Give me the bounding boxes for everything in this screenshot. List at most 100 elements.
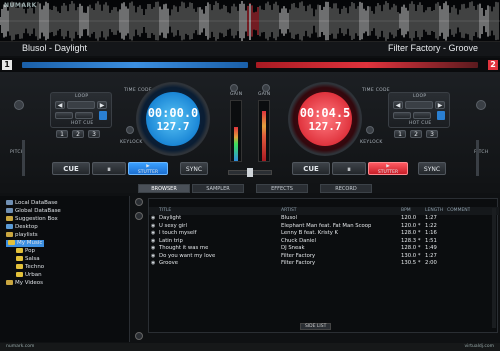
- folder-icon: [16, 248, 23, 253]
- tab-sampler[interactable]: SAMPLER: [192, 184, 244, 193]
- deck-left-sync-button[interactable]: SYNC: [180, 162, 208, 175]
- hotcue-1-button[interactable]: 1: [56, 130, 68, 138]
- gain-right-knob[interactable]: [262, 84, 270, 92]
- hotcue-1-button[interactable]: 1: [394, 130, 406, 138]
- waveform-overview[interactable]: NUMARK: [0, 0, 500, 42]
- track-bpm: 128.0 *: [401, 230, 421, 236]
- volume-left-fader[interactable]: [230, 100, 242, 162]
- loop-next-button[interactable]: ▶: [97, 101, 107, 109]
- deck-left-keylock-label: KEYLOCK: [120, 140, 143, 145]
- hotcue-2-button[interactable]: 2: [410, 130, 422, 138]
- tree-item[interactable]: Suggestion Box: [6, 216, 58, 223]
- tree-item[interactable]: Salsa: [16, 256, 40, 263]
- deck-right-jog-wheel[interactable]: 00:04.5 127.7: [288, 82, 362, 156]
- deck-left-jog-wheel[interactable]: 00:00.0 127.7: [136, 82, 210, 156]
- track-list-header: TITLE ARTIST BPM LENGTH COMMENT: [149, 207, 499, 215]
- tree-item[interactable]: My Music: [6, 240, 45, 247]
- loop-out-button[interactable]: [75, 112, 93, 119]
- loop-next-button[interactable]: ▶: [435, 101, 445, 109]
- tab-effects[interactable]: EFFECTS: [256, 184, 308, 193]
- deck-right-stutter-label: STUTTER: [377, 170, 399, 175]
- loop-in-button[interactable]: [393, 112, 411, 119]
- hotcue-label: HOT CUE: [71, 121, 94, 126]
- deck-right-position-bar[interactable]: [256, 62, 478, 68]
- track-title: I touch myself: [159, 230, 197, 236]
- column-header[interactable]: BPM: [401, 207, 411, 215]
- hotcue-3-button[interactable]: 3: [426, 130, 438, 138]
- track-row[interactable]: ◉ I touch myself Lenny B feat. Kristy K 128…: [149, 230, 499, 238]
- track-row[interactable]: ◉ Daylight Blusol 120.0 1:27: [149, 215, 499, 223]
- hotcue-3-button[interactable]: 3: [88, 130, 100, 138]
- track-status-icon: ◉: [151, 260, 156, 266]
- tree-item-label: Pop: [25, 248, 35, 254]
- tree-item-label: Urban: [25, 272, 42, 278]
- deck-left-knob-icon[interactable]: [14, 100, 24, 110]
- column-header[interactable]: LENGTH: [425, 207, 443, 215]
- track-row[interactable]: ◉ Thought it was me DJ Sneak 128.0 * 1:49: [149, 245, 499, 253]
- track-status-icon: ◉: [151, 230, 156, 236]
- column-header[interactable]: COMMENT: [447, 207, 470, 215]
- deck-right-pause-button[interactable]: ⏸: [332, 162, 366, 175]
- search-toggle-icon[interactable]: [135, 198, 143, 206]
- gain-left-knob[interactable]: [230, 84, 238, 92]
- deck-left-position-bar[interactable]: [22, 62, 248, 68]
- track-row[interactable]: ◉ Latin trip Chuck Daniel 128.3 * 1:51: [149, 238, 499, 246]
- loop-prev-button[interactable]: ◀: [55, 101, 65, 109]
- footer-right-link[interactable]: virtualdj.com: [464, 343, 494, 351]
- tab-browser[interactable]: BROWSER: [138, 184, 190, 193]
- lock-icon[interactable]: [135, 332, 143, 340]
- deck-left-pitch-slider[interactable]: [22, 140, 25, 176]
- tab-record[interactable]: RECORD: [320, 184, 372, 193]
- folder-tree[interactable]: Local DataBase Global DataBase Suggestion …: [0, 196, 130, 342]
- tree-item[interactable]: Pop: [16, 248, 35, 255]
- loop-lock-icon[interactable]: [437, 111, 445, 120]
- deck-left-title: Blusol - Daylight: [22, 43, 88, 53]
- deck-right-pitch-slider[interactable]: [476, 140, 479, 176]
- folder-icon: [8, 240, 15, 245]
- deck-right-cue-button[interactable]: CUE: [292, 162, 330, 175]
- track-status-icon: ◉: [151, 222, 156, 229]
- tree-item[interactable]: playlists: [6, 232, 38, 239]
- track-title: Groove: [159, 260, 179, 266]
- loop-display: [405, 101, 433, 109]
- deck-right-platter: 00:04.5 127.7: [298, 92, 352, 146]
- deck-right-knob-icon[interactable]: [476, 100, 486, 110]
- deck-left-keylock-knob[interactable]: [126, 126, 134, 134]
- track-bpm: 130.5 *: [401, 260, 421, 266]
- loop-in-button[interactable]: [55, 112, 73, 119]
- deck-left-pause-button[interactable]: ⏸: [92, 162, 126, 175]
- loop-prev-button[interactable]: ◀: [393, 101, 403, 109]
- column-header[interactable]: ARTIST: [281, 207, 297, 215]
- loop-lock-icon[interactable]: [99, 111, 107, 120]
- playlist-icon[interactable]: [135, 212, 143, 220]
- track-length: 1:22: [425, 222, 437, 229]
- tree-item[interactable]: Global DataBase: [6, 208, 61, 215]
- deck-left-cue-button[interactable]: CUE: [52, 162, 90, 175]
- tree-item[interactable]: Techno: [16, 264, 44, 271]
- track-row[interactable]: ◉ U sexy girl Elephant Man feat. Fat Man S…: [149, 223, 499, 231]
- deck-right-sync-button[interactable]: SYNC: [418, 162, 446, 175]
- track-bpm: 128.3 *: [401, 237, 421, 244]
- tree-item[interactable]: Urban: [16, 272, 42, 279]
- deck-right-keylock-knob[interactable]: [366, 126, 374, 134]
- side-list-button[interactable]: SIDE LIST: [300, 323, 332, 330]
- deck-left-stutter-button[interactable]: ▶ STUTTER: [128, 162, 168, 175]
- column-header[interactable]: TITLE: [159, 207, 171, 215]
- position-bars[interactable]: 1 2: [0, 58, 500, 72]
- tree-item[interactable]: My Videos: [6, 280, 43, 287]
- track-list-scrollbar[interactable]: [492, 208, 496, 328]
- footer-left-link[interactable]: numark.com: [6, 343, 34, 351]
- track-list[interactable]: TITLE ARTIST BPM LENGTH COMMENT ◉ Daylight Blus…: [148, 198, 499, 333]
- deck-right-stutter-button[interactable]: ▶ STUTTER: [368, 162, 408, 175]
- volume-right-fader[interactable]: [258, 100, 270, 162]
- loop-out-button[interactable]: [413, 112, 431, 119]
- track-artist: Filter Factory: [281, 252, 316, 259]
- track-bpm: 130.0 *: [401, 252, 421, 259]
- track-row[interactable]: ◉ Groove Filter Factory 130.5 * 2:00: [149, 260, 499, 268]
- crossfader-knob[interactable]: [247, 168, 253, 177]
- tree-item[interactable]: Desktop: [6, 224, 38, 231]
- track-row[interactable]: ◉ Do you want my love Filter Factory 130.0 …: [149, 253, 499, 261]
- tree-item[interactable]: Local DataBase: [6, 200, 58, 207]
- crossfader[interactable]: [228, 168, 272, 177]
- hotcue-2-button[interactable]: 2: [72, 130, 84, 138]
